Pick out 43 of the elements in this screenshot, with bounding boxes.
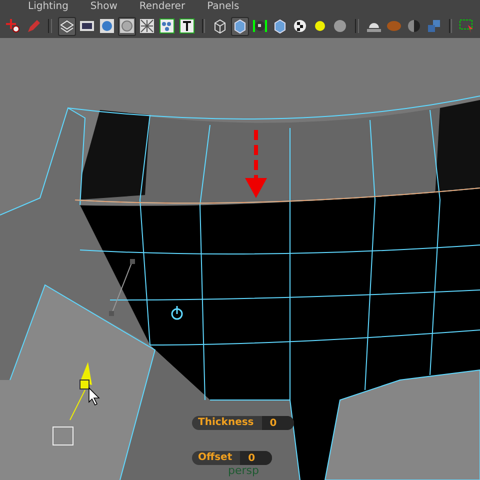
- toolbar-button[interactable]: [231, 16, 249, 36]
- toolbar-button[interactable]: [4, 16, 22, 36]
- field-label: Offset: [197, 451, 234, 465]
- wireframe-cube-icon: [212, 18, 228, 34]
- half-sphere-icon: [406, 18, 422, 34]
- toolbar-button[interactable]: [158, 16, 176, 36]
- ball-icon: [386, 18, 402, 34]
- circle-icon: [118, 18, 134, 34]
- dots-icon: [158, 18, 174, 34]
- cubes-icon: [426, 18, 442, 34]
- pivot-icon: [171, 306, 183, 320]
- manipulator-arrow-icon[interactable]: [52, 362, 92, 446]
- menu-item[interactable]: Lighting: [28, 1, 68, 13]
- toolbar-button[interactable]: [98, 16, 116, 36]
- arrow-icon: [245, 130, 267, 198]
- toolbar-button[interactable]: [138, 16, 156, 36]
- tool-field[interactable]: Thickness 0: [192, 416, 294, 430]
- select-rectangle-icon: [459, 18, 475, 34]
- sphere-icon: [98, 18, 114, 34]
- menu-item[interactable]: Show: [90, 1, 118, 13]
- grid-icon: [138, 18, 154, 34]
- field-label: Thickness: [197, 416, 255, 430]
- camera-label: persp: [228, 464, 259, 477]
- film-icon: [78, 18, 94, 34]
- toolbar-button[interactable]: [118, 16, 136, 36]
- value-field[interactable]: 0: [262, 416, 294, 430]
- pencil-icon: [25, 18, 41, 34]
- value-field[interactable]: 0: [240, 451, 272, 465]
- toolbar-button[interactable]: [58, 16, 76, 36]
- cube-icon: [232, 18, 248, 34]
- tool-field[interactable]: Offset 0: [192, 451, 272, 465]
- light-icon: [312, 18, 328, 34]
- cursor-icon: [88, 387, 100, 406]
- manipulator-handle-icon[interactable]: [109, 259, 135, 316]
- ball-icon: [332, 18, 348, 34]
- menu-item[interactable]: Renderer: [139, 1, 186, 13]
- layers-icon: [58, 18, 74, 34]
- menu-item[interactable]: Panels: [207, 1, 240, 13]
- checker-ball-icon: [292, 18, 308, 34]
- cube-icon: [272, 18, 288, 34]
- move-icon: [5, 18, 21, 34]
- text-tool-icon: [178, 18, 194, 34]
- toolbar-button[interactable]: [178, 16, 196, 36]
